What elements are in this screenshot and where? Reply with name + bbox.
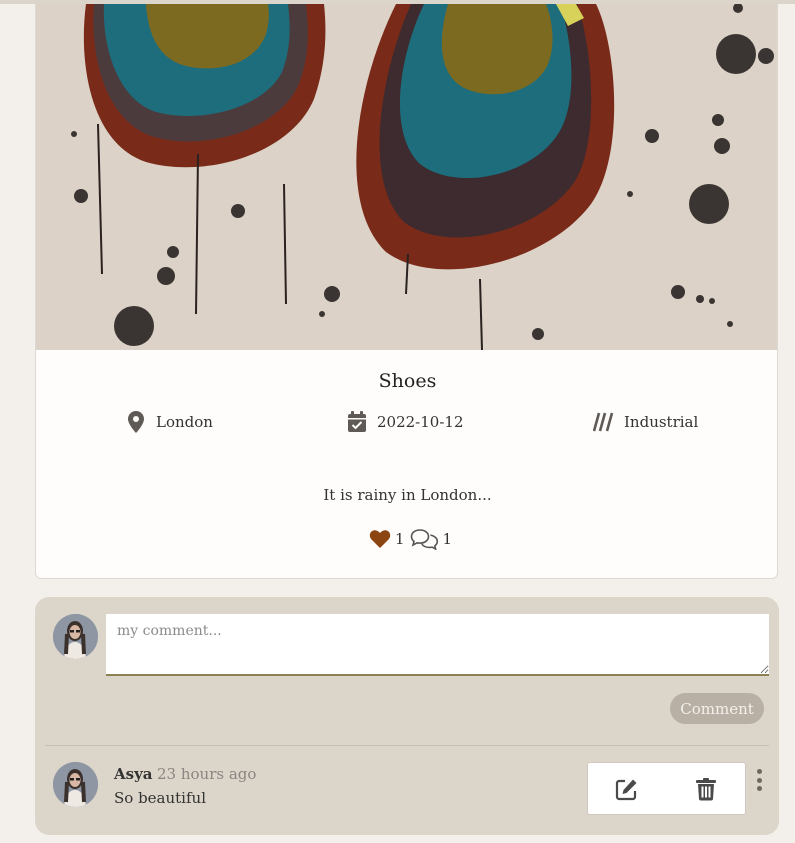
kebab-menu-icon[interactable] [754, 769, 764, 791]
post-meta: London 2022-10-12 Industrial [36, 410, 777, 434]
trash-icon[interactable] [693, 776, 719, 802]
map-marker-icon [125, 410, 147, 434]
post-style-text: Industrial [624, 413, 699, 431]
slashes-icon [593, 410, 615, 434]
divider [45, 745, 769, 746]
comment-author[interactable]: Asya [114, 765, 153, 783]
edit-icon[interactable] [614, 776, 640, 802]
comment-input[interactable] [106, 614, 769, 676]
post-style: Industrial [593, 410, 698, 434]
post-description: It is rainy in London... [323, 486, 492, 504]
comments-icon[interactable] [410, 528, 439, 550]
comments-panel: Comment Asya 23 hours ago So beautiful [35, 597, 779, 835]
post-location: London [125, 410, 213, 434]
post-date: 2022-10-12 [346, 410, 463, 434]
avatar [53, 614, 98, 659]
heart-icon[interactable] [369, 529, 391, 549]
comment-timestamp: 23 hours ago [157, 765, 257, 783]
comment-submit-button[interactable]: Comment [670, 693, 764, 724]
kebab-dot [756, 769, 762, 774]
post-location-text: London [156, 413, 213, 431]
comments-count: 1 [442, 530, 453, 548]
likes-count: 1 [395, 530, 405, 548]
post-card: Shoes London 2022-10-12 Industrial It is… [35, 4, 778, 579]
calendar-check-icon [346, 410, 368, 434]
post-image [36, 4, 777, 350]
post-date-text: 2022-10-12 [377, 413, 464, 431]
avatar [53, 762, 98, 807]
comment-actions-menu [587, 762, 746, 815]
post-stats: 1 1 [369, 528, 457, 550]
post-title: Shoes [378, 370, 437, 392]
kebab-dot [756, 777, 762, 783]
comment-text: So beautiful [114, 789, 206, 807]
kebab-dot [756, 786, 762, 791]
